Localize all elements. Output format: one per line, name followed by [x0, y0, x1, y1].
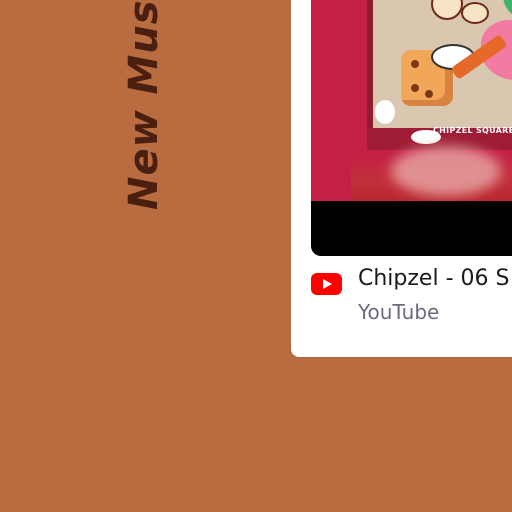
thumbnail-spot	[375, 100, 395, 124]
page: New Mus CHIPZEL SQUARE Chipzel - 06 S Yo…	[0, 0, 512, 512]
section-heading-text: New Mus	[121, 0, 167, 210]
dice-pip	[425, 90, 433, 98]
dice-pip	[411, 84, 419, 92]
video-thumbnail[interactable]: CHIPZEL SQUARE	[311, 0, 512, 201]
embed-card[interactable]: CHIPZEL SQUARE Chipzel - 06 S YouTube	[291, 0, 512, 357]
section-heading: New Mus	[117, 0, 177, 210]
video-player[interactable]: CHIPZEL SQUARE	[311, 0, 512, 256]
thumbnail-caption: CHIPZEL SQUARE	[433, 126, 512, 135]
thumbnail-drum-small	[461, 2, 489, 24]
video-title[interactable]: Chipzel - 06 S	[358, 266, 509, 291]
video-source[interactable]: YouTube	[358, 300, 439, 324]
dice-pip	[411, 60, 419, 68]
thumbnail-glow	[391, 146, 501, 196]
youtube-icon	[311, 273, 342, 295]
